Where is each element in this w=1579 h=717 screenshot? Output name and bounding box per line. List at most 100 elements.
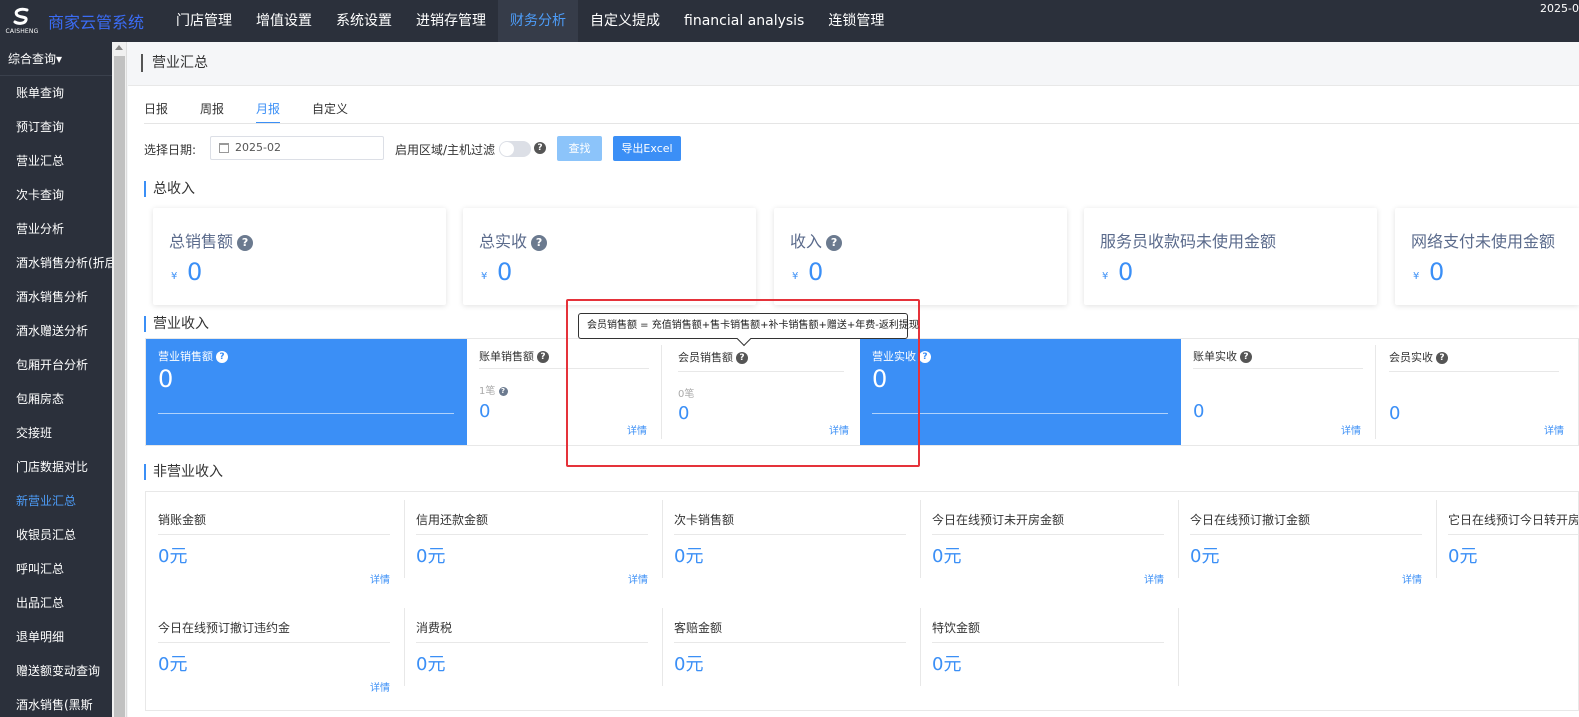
nav-chain-management[interactable]: 连锁管理: [816, 0, 896, 42]
sidebar-item-business-summary[interactable]: 营业汇总: [0, 144, 112, 178]
sidebar-item-business-analysis[interactable]: 营业分析: [0, 212, 112, 246]
logo[interactable]: CAISHENG: [0, 0, 44, 42]
sidebar-item-shift-handover[interactable]: 交接班: [0, 416, 112, 450]
card-credit-repayment: 信用还款金额 0元 详情: [404, 492, 662, 596]
logo-text: CAISHENG: [5, 28, 39, 35]
help-icon[interactable]: ?: [826, 235, 843, 251]
currency-symbol: ¥: [1413, 271, 1420, 282]
search-button[interactable]: 查找: [557, 136, 602, 161]
card-business-sales: 营业销售额? 0: [146, 339, 467, 445]
sidebar-item-refund-detail[interactable]: 退单明细: [0, 620, 112, 654]
detail-link[interactable]: 详情: [1402, 571, 1422, 586]
sidebar-item-room-status[interactable]: 包厢房态: [0, 382, 112, 416]
card-divider: [1190, 534, 1422, 535]
sidebar-item-call-summary[interactable]: 呼叫汇总: [0, 552, 112, 586]
tooltip-text: 会员销售额 = 充值销售额+售卡销售额+补卡销售额+赠送+年费-返利提现: [587, 320, 919, 331]
sidebar-item-gift-change-query[interactable]: 赠送额变动查询: [0, 654, 112, 688]
section-title-non-business-income: 非营业收入: [144, 464, 223, 480]
top-navbar: CAISHENG 商家云管系统 门店管理 增值设置 系统设置 进销存管理 财务分…: [0, 0, 1579, 42]
sidebar-item-output-summary[interactable]: 出品汇总: [0, 586, 112, 620]
detail-link[interactable]: 详情: [1144, 571, 1164, 586]
nav-store-management[interactable]: 门店管理: [164, 0, 244, 42]
sidebar-item-cashier-summary[interactable]: 收银员汇总: [0, 518, 112, 552]
detail-link[interactable]: 详情: [1544, 422, 1564, 437]
region-filter-toggle[interactable]: [499, 141, 531, 157]
card-value: 0元: [158, 546, 188, 567]
scroll-up-arrow-icon[interactable]: [115, 45, 123, 50]
card-label: 总实收?: [479, 228, 548, 252]
card-divider: [1389, 371, 1559, 372]
card-label: 今日在线预订撤订金额: [1190, 513, 1311, 527]
card-value: 0: [187, 258, 203, 286]
card-total-received: 总实收? ¥ 0: [463, 208, 756, 305]
sidebar-scrollbar[interactable]: [112, 42, 127, 717]
card-value: 0: [1118, 258, 1134, 286]
card-value: 0元: [674, 654, 704, 675]
currency-symbol: ¥: [1102, 271, 1109, 282]
sidebar-item-card-query[interactable]: 次卡查询: [0, 178, 112, 212]
help-icon[interactable]: ?: [537, 351, 549, 363]
card-member-received: 会员实收? 0 详情: [1378, 339, 1578, 445]
sidebar-item-drink-sales-black[interactable]: 酒水销售(黑斯: [0, 688, 112, 717]
date-picker-input[interactable]: 2025-02: [210, 136, 384, 160]
card-divider: [416, 534, 648, 535]
non-business-income-grid: 销账金额 0元 详情 信用还款金额 0元 详情 次卡销售额 0元 今日在线预订未…: [145, 491, 1579, 711]
sidebar-item-store-compare[interactable]: 门店数据对比: [0, 450, 112, 484]
section-title-total-income: 总收入: [144, 181, 195, 197]
help-icon[interactable]: ?: [531, 235, 548, 251]
sidebar-item-drink-sales-discounted[interactable]: 酒水销售分析(折后): [0, 246, 112, 280]
card-separator: [1375, 345, 1376, 439]
card-value: 0元: [158, 654, 188, 675]
card-divider: [158, 413, 454, 414]
card-label: 销账金额: [158, 513, 207, 527]
scrollbar-thumb[interactable]: [114, 56, 125, 717]
detail-link[interactable]: 详情: [370, 571, 390, 586]
sidebar-item-drink-sales[interactable]: 酒水销售分析: [0, 280, 112, 314]
currency-symbol: ¥: [792, 271, 799, 282]
currency-symbol: ¥: [481, 271, 488, 282]
sidebar-item-drink-gifts[interactable]: 酒水赠送分析: [0, 314, 112, 348]
nav-system-settings[interactable]: 系统设置: [324, 0, 404, 42]
card-online-booking-cancelled: 今日在线预订撤订金额 0元 详情: [1178, 492, 1436, 596]
nav-value-added-settings[interactable]: 增值设置: [244, 0, 324, 42]
help-icon[interactable]: ?: [919, 351, 931, 363]
export-excel-button[interactable]: 导出Excel: [613, 136, 681, 161]
help-icon[interactable]: ?: [1436, 352, 1448, 364]
caisheng-logo-icon: [13, 7, 29, 25]
card-value: 0元: [674, 546, 704, 567]
help-icon[interactable]: ?: [237, 235, 254, 251]
card-total-sales: 总销售额? ¥ 0: [153, 208, 446, 305]
tab-daily[interactable]: 日报: [144, 100, 168, 124]
tab-weekly[interactable]: 周报: [200, 100, 224, 124]
date-label: 选择日期:: [144, 143, 197, 157]
card-divider: [416, 642, 648, 643]
detail-link[interactable]: 详情: [1341, 422, 1361, 437]
top-date: 2025-0: [1540, 2, 1579, 15]
sidebar-item-booking-query[interactable]: 预订查询: [0, 110, 112, 144]
help-icon[interactable]: ?: [216, 351, 228, 363]
nav-inventory-management[interactable]: 进销存管理: [404, 0, 498, 42]
card-punch-card-sales: 次卡销售额 0元: [662, 492, 920, 596]
help-icon[interactable]: ?: [1240, 351, 1252, 363]
tab-custom[interactable]: 自定义: [312, 100, 348, 124]
help-icon[interactable]: ?: [498, 386, 508, 396]
nav-custom-commission[interactable]: 自定义提成: [578, 0, 672, 42]
page-title: 营业汇总: [141, 54, 208, 72]
help-icon[interactable]: ?: [534, 142, 546, 154]
sidebar-item-bill-query[interactable]: 账单查询: [0, 76, 112, 110]
sidebar-item-new-business-summary[interactable]: 新营业汇总: [0, 484, 112, 518]
card-label: 它日在线预订今日转开房: [1448, 513, 1578, 527]
nav-financial-analysis[interactable]: 财务分析: [498, 0, 579, 42]
card-online-booking-unopened: 今日在线预订未开房金额 0元 详情: [920, 492, 1178, 596]
card-value: 0元: [932, 546, 962, 567]
sidebar-item-room-opening[interactable]: 包厢开台分析: [0, 348, 112, 382]
detail-link[interactable]: 详情: [370, 679, 390, 694]
toggle-knob: [500, 142, 514, 156]
card-label: 今日在线预订未开房金额: [932, 513, 1065, 527]
sidebar-group-comprehensive-query[interactable]: 综合查询▾: [0, 42, 112, 76]
card-label: 次卡销售额: [674, 513, 735, 527]
tab-monthly[interactable]: 月报: [256, 100, 281, 124]
card-label: 总销售额?: [169, 228, 254, 252]
nav-financial-analysis-en[interactable]: financial analysis: [672, 0, 816, 42]
detail-link[interactable]: 详情: [628, 571, 648, 586]
